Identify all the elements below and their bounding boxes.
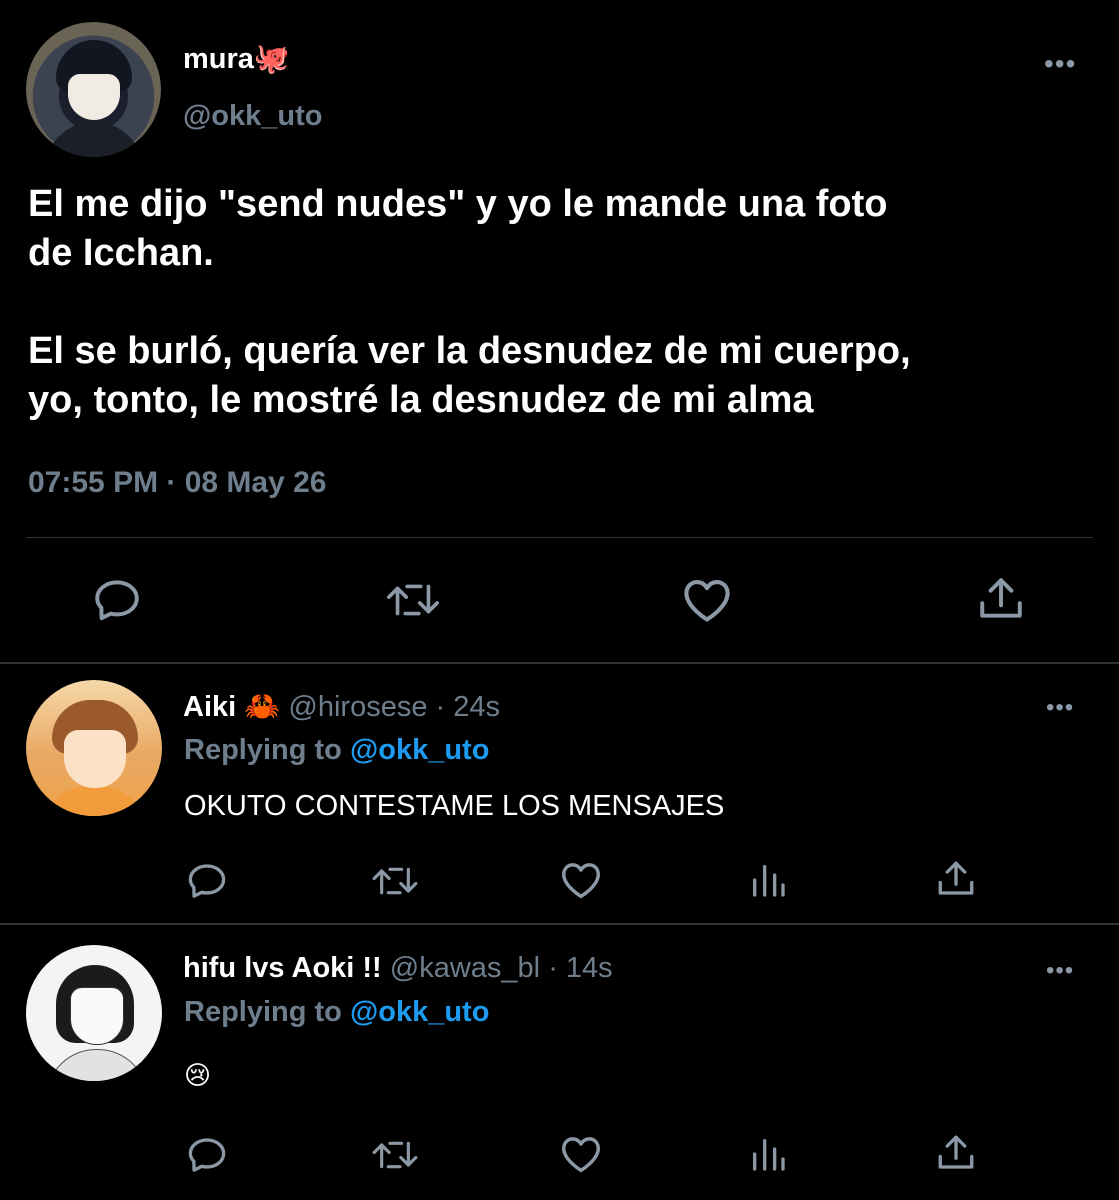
more-options-icon[interactable]: ••• <box>1046 957 1074 985</box>
replying-handle-link[interactable]: @okk_uto <box>350 734 489 766</box>
replying-prefix: Replying to <box>184 996 342 1028</box>
divider <box>26 537 1093 538</box>
reply-display-name[interactable]: Aiki <box>183 691 236 723</box>
reply-display-name[interactable]: hifu lvs Aoki !! <box>183 952 382 984</box>
reply-avatar[interactable] <box>26 945 162 1081</box>
reply-icon[interactable] <box>92 576 142 622</box>
reply-handle[interactable]: @kawas_bl <box>390 952 540 984</box>
reply-text: OKUTO CONTESTAME LOS MENSAJES <box>184 790 725 822</box>
retweet-icon[interactable] <box>384 578 442 622</box>
share-icon[interactable] <box>935 858 977 900</box>
crab-emoji: 🦀 <box>244 691 281 723</box>
reply-icon[interactable] <box>186 860 228 900</box>
share-icon[interactable] <box>935 1132 977 1174</box>
reply-time[interactable]: · 24s <box>436 691 500 723</box>
replying-to: Replying to @okk_uto <box>184 734 489 767</box>
author-avatar[interactable] <box>26 22 161 157</box>
retweet-icon[interactable] <box>370 1136 420 1174</box>
divider <box>0 923 1119 925</box>
tweet-timestamp[interactable]: 07:55 PM · 08 May 26 <box>28 466 327 500</box>
reply-text: 😢 <box>184 1060 212 1090</box>
more-options-icon[interactable]: ••• <box>1044 48 1076 80</box>
reply-time[interactable]: · 14s <box>548 952 612 984</box>
replying-handle-link[interactable]: @okk_uto <box>350 996 489 1028</box>
author-display-name[interactable]: mura🐙 <box>183 42 290 76</box>
reply-avatar[interactable] <box>26 680 162 816</box>
author-name-text: mura <box>183 43 254 75</box>
analytics-icon[interactable] <box>748 860 788 900</box>
reply-header: hifu lvs Aoki !! @kawas_bl · 14s <box>183 952 613 985</box>
share-icon[interactable] <box>976 574 1026 624</box>
octopus-emoji: 🐙 <box>253 43 291 75</box>
analytics-icon[interactable] <box>748 1134 788 1174</box>
divider <box>0 662 1119 664</box>
like-icon[interactable] <box>559 860 603 900</box>
author-handle[interactable]: @okk_uto <box>183 100 322 133</box>
retweet-icon[interactable] <box>370 862 420 900</box>
reply-header: Aiki 🦀 @hirosese · 24s <box>183 690 500 724</box>
tweet-text: El me dijo "send nudes" y yo le mande un… <box>28 183 911 421</box>
more-options-icon[interactable]: ••• <box>1046 694 1074 722</box>
like-icon[interactable] <box>559 1134 603 1174</box>
replying-prefix: Replying to <box>184 734 342 766</box>
reply-handle[interactable]: @hirosese <box>288 691 427 723</box>
reply-icon[interactable] <box>186 1134 228 1174</box>
replying-to: Replying to @okk_uto <box>184 996 489 1029</box>
like-icon[interactable] <box>681 576 733 624</box>
